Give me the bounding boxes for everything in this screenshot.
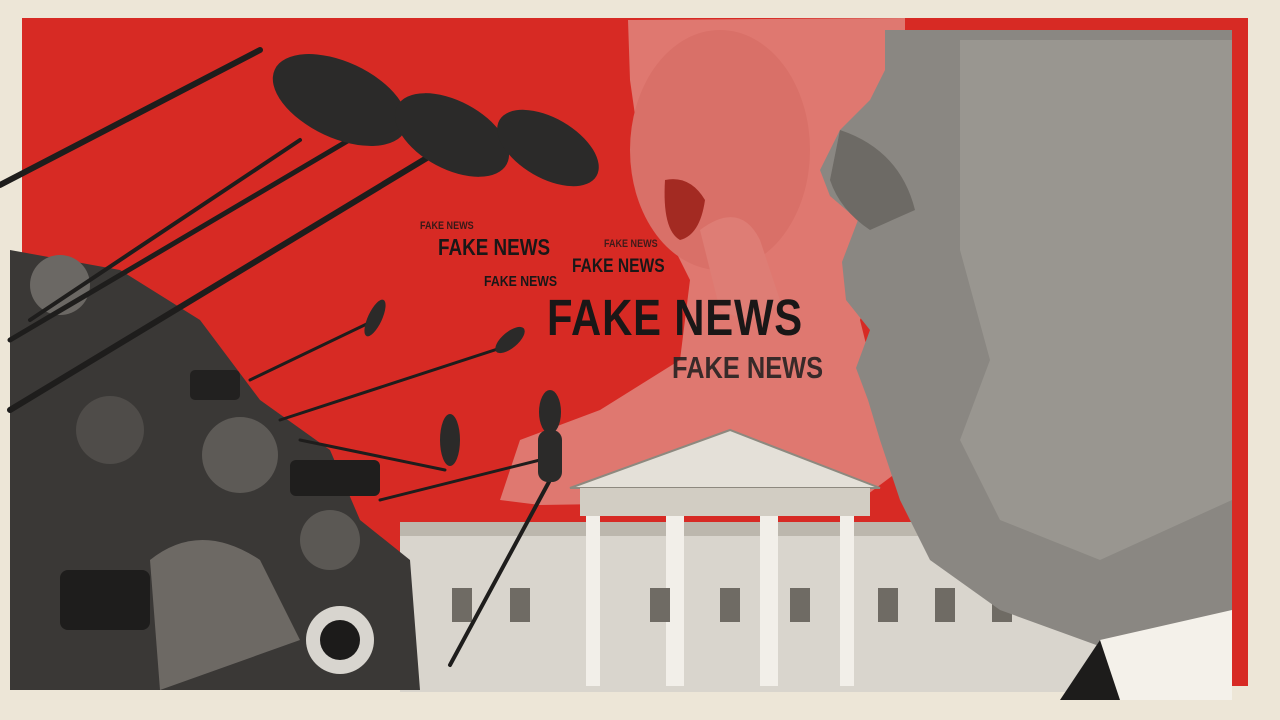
boom-microphone-icon [440, 414, 460, 466]
camera-icon [60, 570, 150, 630]
boom-microphone-icon [538, 430, 562, 482]
boom-microphone-icon [539, 390, 561, 434]
collage-canvas: FAKE NEWS FAKE NEWS FAKE NEWS FAKE NEWS … [0, 0, 1280, 720]
fake-news-text: FAKE NEWS [672, 350, 824, 385]
fake-news-text: FAKE NEWS [438, 234, 551, 260]
fake-news-text: FAKE NEWS [420, 220, 474, 232]
fake-news-text: FAKE NEWS [572, 256, 665, 277]
fake-news-headline: FAKE NEWS [547, 289, 803, 346]
fake-news-text: FAKE NEWS [604, 238, 658, 250]
press-crowd [10, 250, 420, 690]
collage-artwork [0, 18, 1232, 700]
microphone-heads [272, 54, 599, 482]
boom-microphone-icon [495, 326, 525, 354]
boom-microphone-icon [364, 299, 386, 337]
camera-icon [190, 370, 240, 400]
camera-icon [290, 460, 380, 496]
